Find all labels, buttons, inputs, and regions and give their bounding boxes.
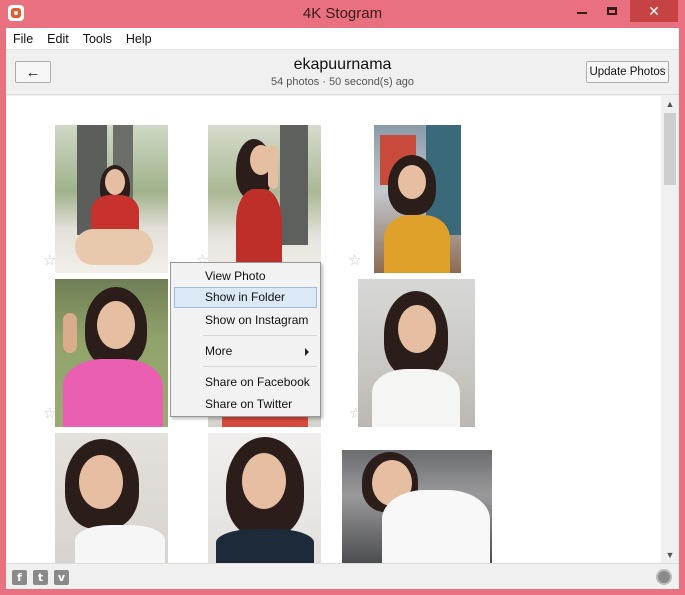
minimize-icon	[577, 12, 587, 14]
minimize-button[interactable]	[568, 0, 596, 22]
photo-thumbnail[interactable]	[374, 125, 461, 273]
update-photos-button[interactable]: Update Photos	[586, 61, 669, 83]
menu-tools[interactable]: Tools	[76, 28, 119, 50]
menu-separator	[203, 335, 317, 336]
chevron-right-icon	[305, 348, 309, 356]
photo-thumbnail[interactable]	[55, 279, 168, 427]
scroll-up-icon[interactable]: ▲	[661, 96, 679, 112]
maximize-button[interactable]	[598, 0, 626, 22]
client-area: File Edit Tools Help ← ekapuurnama 54 ph…	[6, 28, 679, 589]
menu-item-show-on-instagram[interactable]: Show on Instagram	[174, 310, 317, 331]
star-icon[interactable]: ☆	[43, 253, 56, 268]
menu-help[interactable]: Help	[119, 28, 159, 50]
facebook-icon[interactable]: f	[12, 570, 27, 585]
status-footer: f t v	[6, 563, 679, 589]
close-button[interactable]: ✕	[630, 0, 678, 22]
app-window: 4K Stogram ✕ File Edit Tools Help ← ekap…	[0, 0, 685, 595]
photo-thumbnail[interactable]	[342, 450, 492, 563]
menu-item-more[interactable]: More	[174, 341, 317, 362]
vimeo-icon[interactable]: v	[54, 570, 69, 585]
context-menu: View Photo Show in Folder Show on Instag…	[170, 262, 321, 417]
profile-header: ← ekapuurnama 54 photos · 50 second(s) a…	[6, 51, 679, 95]
menu-bar: File Edit Tools Help	[6, 28, 679, 50]
profile-meta: 54 photos · 50 second(s) ago	[270, 76, 415, 88]
photo-grid: ☆ ☆ ☆ ☆ ☆	[6, 96, 679, 563]
menu-separator	[203, 366, 317, 367]
star-icon[interactable]: ☆	[348, 253, 361, 268]
photo-thumbnail[interactable]	[208, 433, 321, 563]
scroll-thumb[interactable]	[664, 113, 676, 185]
profile-username: ekapuurnama	[293, 56, 392, 73]
scroll-down-icon[interactable]: ▼	[661, 547, 679, 563]
menu-file[interactable]: File	[6, 28, 40, 50]
star-icon[interactable]: ☆	[43, 406, 56, 421]
menu-item-share-twitter[interactable]: Share on Twitter	[174, 394, 317, 415]
globe-icon[interactable]	[656, 569, 672, 585]
menu-edit[interactable]: Edit	[40, 28, 76, 50]
vertical-scrollbar[interactable]: ▲ ▼	[661, 96, 679, 563]
title-bar[interactable]: 4K Stogram ✕	[0, 0, 685, 28]
photo-thumbnail[interactable]	[358, 279, 475, 427]
menu-item-share-facebook[interactable]: Share on Facebook	[174, 372, 317, 393]
menu-item-more-label: More	[205, 344, 233, 358]
star-icon[interactable]: ☆	[349, 406, 362, 421]
photo-thumbnail[interactable]	[208, 125, 321, 273]
menu-item-view-photo[interactable]: View Photo	[174, 266, 317, 287]
photo-thumbnail[interactable]	[55, 433, 168, 563]
menu-item-show-in-folder[interactable]: Show in Folder	[174, 287, 317, 308]
photo-thumbnail[interactable]	[55, 125, 168, 273]
maximize-icon	[607, 7, 617, 15]
twitter-icon[interactable]: t	[33, 570, 48, 585]
